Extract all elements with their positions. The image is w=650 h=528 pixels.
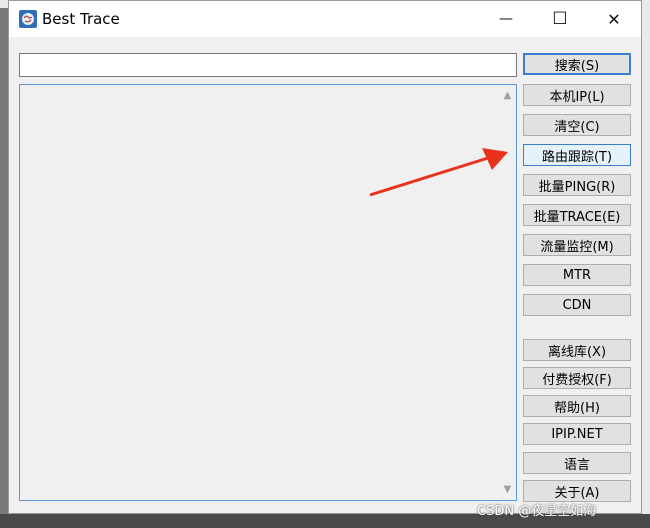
maximize-icon: ☐ xyxy=(552,9,568,29)
desktop-background-right xyxy=(642,0,650,528)
close-button[interactable]: ✕ xyxy=(591,1,637,37)
annotation-arrow-icon xyxy=(369,148,508,197)
maximize-button[interactable]: ☐ xyxy=(537,1,583,37)
best-trace-window: Best Trace — ☐ ✕ ▲ ▼ 搜索(S) 本机IP(L) 清空(C)… xyxy=(8,0,642,514)
language-button[interactable]: 语言 xyxy=(523,452,631,474)
scroll-down-icon[interactable]: ▼ xyxy=(499,481,516,498)
window-title: Best Trace xyxy=(42,10,120,28)
batch-trace-button[interactable]: 批量TRACE(E) xyxy=(523,204,631,226)
close-icon: ✕ xyxy=(607,9,621,29)
cdn-button[interactable]: CDN xyxy=(523,294,631,316)
search-input[interactable] xyxy=(19,53,517,77)
minimize-icon: — xyxy=(499,11,513,27)
help-button[interactable]: 帮助(H) xyxy=(523,395,631,417)
watermark: CSDN @夜星空如海 xyxy=(477,504,597,519)
traffic-monitor-button[interactable]: 流量监控(M) xyxy=(523,234,631,256)
about-button[interactable]: 关于(A) xyxy=(523,480,631,502)
clear-button[interactable]: 清空(C) xyxy=(523,114,631,136)
local-ip-button[interactable]: 本机IP(L) xyxy=(523,84,631,106)
search-button[interactable]: 搜索(S) xyxy=(523,53,631,75)
globe-app-icon xyxy=(19,10,37,28)
paid-license-button[interactable]: 付费授权(F) xyxy=(523,367,631,389)
title-bar[interactable]: Best Trace — ☐ ✕ xyxy=(9,1,641,37)
scroll-up-icon[interactable]: ▲ xyxy=(499,87,516,104)
ipip-button[interactable]: IPIP.NET xyxy=(523,423,631,445)
mtr-button[interactable]: MTR xyxy=(523,264,631,286)
batch-ping-button[interactable]: 批量PING(R) xyxy=(523,174,631,196)
minimize-button[interactable]: — xyxy=(483,1,529,37)
offline-db-button[interactable]: 离线库(X) xyxy=(523,339,631,361)
route-trace-button[interactable]: 路由跟踪(T) xyxy=(523,144,631,166)
